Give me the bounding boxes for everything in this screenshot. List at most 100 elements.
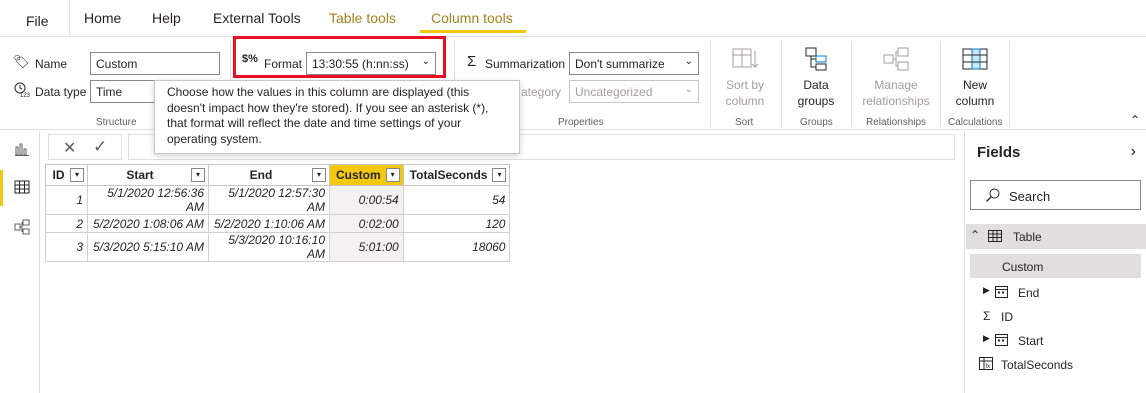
table-row: 1 5/1/2020 12:56:36 AM 5/1/2020 12:57:30…: [45, 185, 511, 215]
file-tab-label: File: [26, 13, 49, 29]
field-label: Custom: [1002, 260, 1044, 274]
collapse-caret-icon[interactable]: ⌃: [970, 228, 980, 242]
active-tab-indicator: [420, 30, 526, 33]
new-column-button[interactable]: New column: [949, 39, 1001, 111]
data-view-icon[interactable]: [14, 179, 30, 195]
category-select[interactable]: Uncategorized ⌄: [569, 80, 699, 103]
chevron-down-icon: ⌄: [684, 56, 693, 67]
formula-buttons: ✕ ✓: [48, 134, 122, 160]
expand-caret-icon[interactable]: ▶: [983, 333, 990, 344]
cell-end[interactable]: 5/3/2020 10:16:10 AM: [208, 232, 330, 262]
collapse-ribbon-icon[interactable]: ⌃: [1130, 113, 1140, 127]
cell-id[interactable]: 2: [45, 214, 88, 233]
fields-table-node[interactable]: ⌃ Table: [966, 224, 1146, 249]
fields-search-box[interactable]: Search: [970, 180, 1141, 210]
chevron-down-icon: ⌄: [684, 84, 693, 95]
name-label: Name: [35, 57, 68, 71]
cell-start[interactable]: 5/2/2020 1:08:06 AM: [87, 214, 209, 233]
field-label: End: [1018, 286, 1040, 300]
cell-totalseconds[interactable]: 54: [402, 185, 511, 215]
summarization-select[interactable]: Don't summarize ⌄: [569, 52, 699, 75]
manage-relationships-button[interactable]: Manage relationships: [860, 39, 932, 111]
field-item-custom[interactable]: Custom: [970, 254, 1141, 278]
separator: [851, 41, 852, 127]
new-column-label: New column: [955, 78, 995, 108]
model-view-icon[interactable]: [14, 219, 30, 235]
tag-icon: 🏷: [13, 54, 30, 69]
tab-external-tools[interactable]: External Tools: [213, 10, 301, 26]
separator: [781, 41, 782, 127]
field-label: TotalSeconds: [1001, 358, 1074, 372]
report-view-icon[interactable]: [14, 141, 30, 157]
sort-by-column-label: Sort by column: [725, 78, 765, 108]
properties-group-label: Properties: [558, 117, 604, 128]
format-highlight-box: [233, 36, 446, 78]
filter-dropdown-icon[interactable]: ▾: [312, 168, 326, 182]
cell-end[interactable]: 5/1/2020 12:57:30 AM: [208, 185, 330, 215]
view-switcher-rail: [0, 131, 40, 393]
sort-by-column-button[interactable]: Sort by column: [719, 39, 771, 111]
field-label: ID: [1001, 310, 1013, 324]
column-header-id[interactable]: ID ▾: [45, 164, 88, 186]
search-icon: [985, 187, 1001, 203]
tab-home[interactable]: Home: [84, 10, 121, 26]
cell-totalseconds[interactable]: 120: [402, 214, 511, 233]
separator: [940, 41, 941, 127]
manage-relationships-label: Manage relationships: [862, 78, 930, 108]
menu-bar: File Home Help External Tools Table tool…: [0, 0, 1146, 40]
cell-start[interactable]: 5/1/2020 12:56:36 AM: [87, 185, 209, 215]
tab-help[interactable]: Help: [152, 10, 181, 26]
summarization-value: Don't summarize: [575, 57, 665, 71]
data-table: ID ▾ Start ▾ End ▾ Custom ▾ TotalSeconds ▾ 1 …: [45, 164, 511, 262]
separator: [710, 41, 711, 127]
filter-dropdown-icon[interactable]: ▾: [191, 168, 205, 182]
datatype-icon: 123: [14, 82, 31, 99]
name-input[interactable]: [90, 52, 220, 75]
datatype-value: Time: [96, 85, 123, 99]
column-header-end[interactable]: End ▾: [208, 164, 330, 186]
table-row: 2 5/2/2020 1:08:06 AM 5/2/2020 1:10:06 A…: [45, 214, 511, 233]
relationships-group-label: Relationships: [866, 117, 927, 128]
tab-table-tools[interactable]: Table tools: [329, 10, 396, 26]
table-name: Table: [1013, 230, 1042, 244]
fields-pane: Fields › Search ⌃ Table Custom ▶ End Σ I…: [964, 131, 1146, 393]
cell-custom[interactable]: 0:00:54: [329, 185, 404, 215]
column-header-start[interactable]: Start ▾: [87, 164, 209, 186]
cell-id[interactable]: 3: [45, 232, 88, 262]
calculated-column-icon: fx: [979, 357, 993, 370]
data-groups-icon: [802, 45, 830, 73]
cell-start[interactable]: 5/3/2020 5:15:10 AM: [87, 232, 209, 262]
sort-by-column-icon: [731, 45, 759, 73]
filter-dropdown-icon[interactable]: ▾: [70, 168, 84, 182]
manage-relationships-icon: [882, 45, 910, 73]
data-groups-label: Data groups: [797, 78, 835, 108]
filter-dropdown-icon[interactable]: ▾: [385, 168, 400, 182]
column-header-totalseconds[interactable]: TotalSeconds ▾: [402, 164, 511, 186]
new-column-icon: [961, 45, 989, 73]
data-groups-button[interactable]: Data groups: [790, 39, 842, 111]
cancel-formula-icon[interactable]: ✕: [63, 138, 76, 158]
active-view-indicator: [0, 170, 3, 206]
table-header-row: ID ▾ Start ▾ End ▾ Custom ▾ TotalSeconds ▾: [45, 164, 511, 186]
table-icon: [988, 230, 1002, 242]
cell-totalseconds[interactable]: 18060: [402, 232, 511, 262]
calculations-group-label: Calculations: [948, 117, 1003, 128]
calendar-icon: [995, 333, 1008, 346]
field-label: Start: [1018, 334, 1044, 348]
svg-text:fx: fx: [986, 364, 991, 370]
tab-column-tools[interactable]: Column tools: [431, 10, 513, 26]
column-header-custom[interactable]: Custom ▾: [329, 164, 404, 186]
cell-custom[interactable]: 5:01:00: [329, 232, 404, 262]
commit-formula-icon[interactable]: ✓: [93, 137, 107, 157]
file-tab[interactable]: File: [0, 0, 70, 40]
structure-group-label: Structure: [96, 117, 137, 128]
cell-end[interactable]: 5/2/2020 1:10:06 AM: [208, 214, 330, 233]
cell-id[interactable]: 1: [45, 185, 88, 215]
header-label: Custom: [336, 168, 381, 182]
cell-custom[interactable]: 0:02:00: [329, 214, 404, 233]
collapse-pane-chevron-icon[interactable]: ›: [1131, 143, 1136, 161]
filter-dropdown-icon[interactable]: ▾: [492, 168, 507, 182]
separator: [1009, 41, 1010, 127]
expand-caret-icon[interactable]: ▶: [983, 285, 990, 296]
header-label: TotalSeconds: [409, 168, 488, 182]
